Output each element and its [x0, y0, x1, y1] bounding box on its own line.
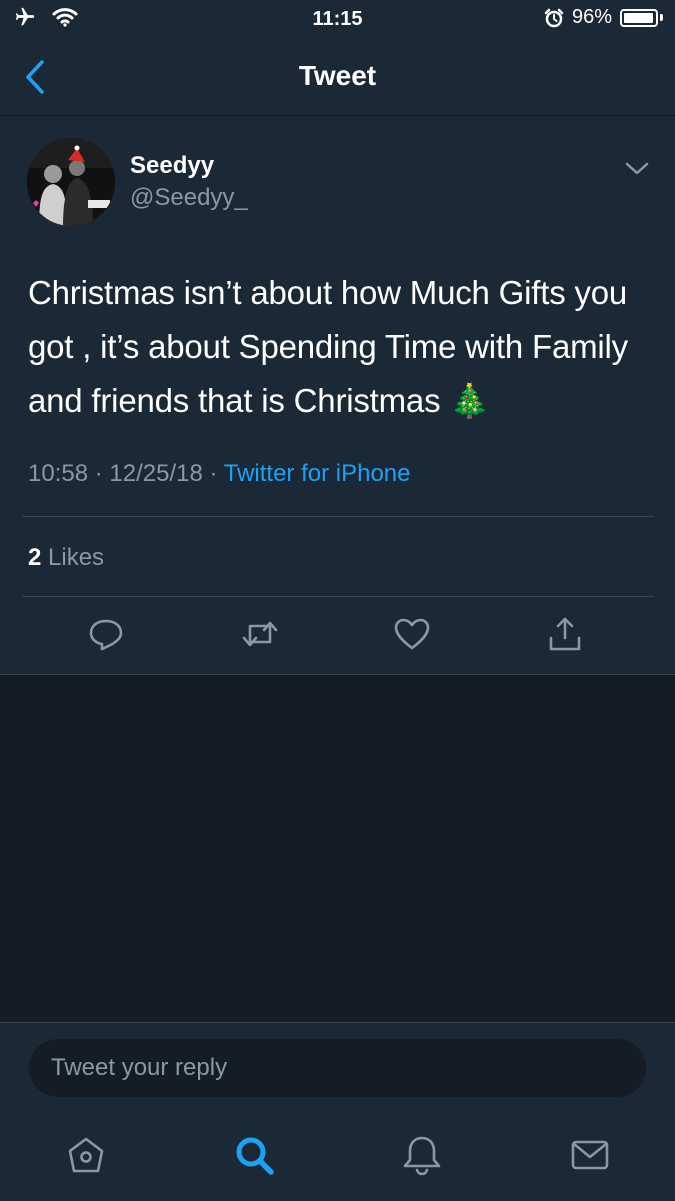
likes-summary[interactable]: 2 Likes — [28, 544, 104, 572]
search-icon — [236, 1137, 274, 1175]
home-icon — [68, 1137, 104, 1173]
tweet-time: 10:58 — [28, 460, 89, 487]
battery-percent: 96% — [571, 6, 612, 28]
divider — [22, 596, 654, 597]
tweet-text: Christmas isn’t about how Much Gifts you… — [28, 274, 628, 419]
heart-icon — [394, 618, 430, 650]
divider — [22, 516, 654, 517]
tab-search[interactable] — [232, 1133, 276, 1177]
battery-icon — [620, 8, 658, 27]
nav-bar: Tweet — [0, 40, 675, 116]
share-button[interactable] — [545, 614, 585, 654]
battery-tip — [660, 14, 663, 21]
author-name[interactable]: Seedyy — [130, 152, 214, 180]
tweet-source-link[interactable]: Twitter for iPhone — [224, 460, 411, 487]
tweet-date: 12/25/18 — [109, 460, 203, 487]
reply-icon — [89, 619, 123, 651]
status-bar: 11:15 96% — [0, 0, 675, 40]
avatar-photo — [27, 138, 115, 226]
mail-icon — [571, 1140, 609, 1170]
bottom-bar: Tweet your reply — [0, 1022, 675, 1201]
reply-button[interactable] — [86, 614, 126, 654]
tab-home[interactable] — [64, 1133, 108, 1177]
like-button[interactable] — [392, 614, 432, 654]
page-title: Tweet — [298, 60, 377, 91]
status-right: 96% — [544, 6, 663, 29]
meta-separator: · — [94, 460, 110, 487]
retweet-icon — [242, 621, 278, 647]
share-icon — [549, 617, 581, 651]
meta-separator: · — [209, 460, 224, 487]
avatar[interactable] — [27, 138, 115, 226]
tweet-detail: Seedyy @Seedyy_ Christmas isn’t about ho… — [0, 116, 675, 675]
retweet-button[interactable] — [240, 614, 280, 654]
tweet-options-button[interactable] — [622, 156, 652, 180]
reply-input[interactable]: Tweet your reply — [29, 1039, 646, 1097]
tweet-meta: 10:58 · 12/25/18 · Twitter for iPhone — [28, 460, 410, 488]
chevron-down-icon — [625, 162, 649, 175]
likes-label: Likes — [48, 544, 105, 571]
tab-messages[interactable] — [568, 1133, 612, 1177]
battery-fill — [624, 12, 653, 23]
tab-notifications[interactable] — [400, 1133, 444, 1177]
likes-count: 2 — [28, 544, 42, 571]
author-handle[interactable]: @Seedyy_ — [130, 184, 248, 212]
bell-icon — [403, 1136, 441, 1176]
alarm-icon — [544, 8, 564, 27]
